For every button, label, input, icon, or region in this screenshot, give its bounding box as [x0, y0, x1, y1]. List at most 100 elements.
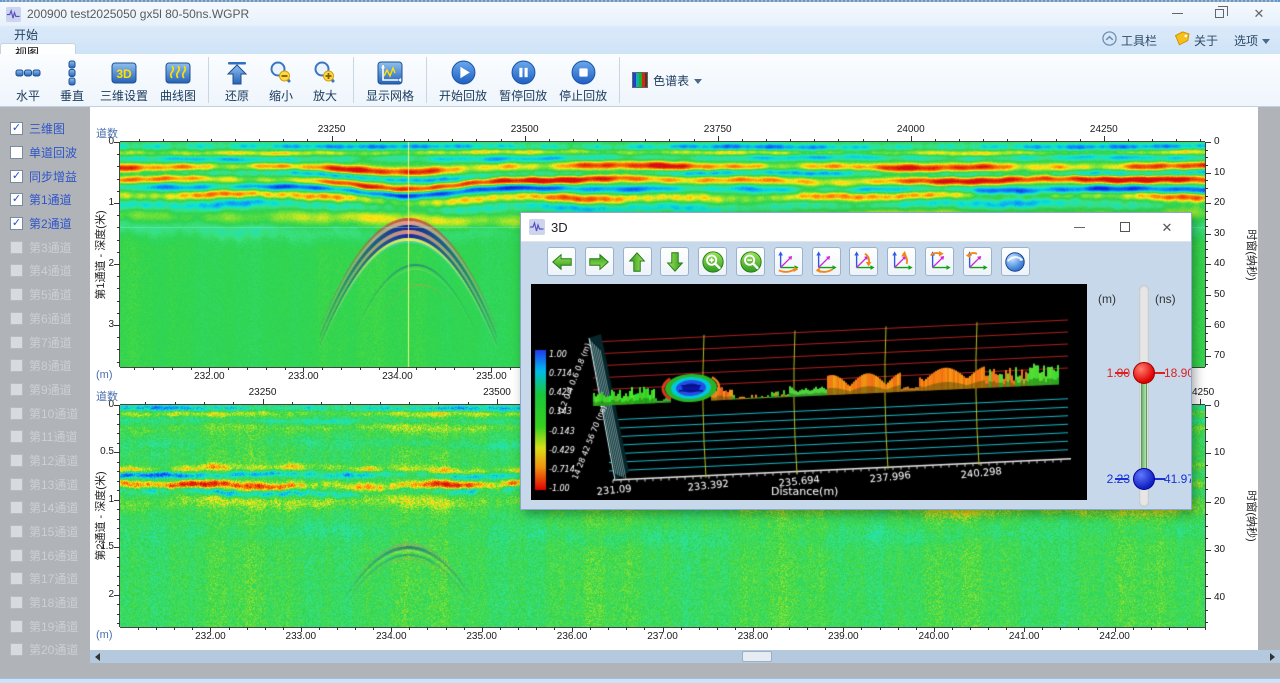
dialog3d-button-rotate-x-ccw[interactable] — [812, 247, 841, 276]
sidebar-item[interactable]: 第11通道 — [0, 425, 90, 449]
axis-tick — [1205, 241, 1208, 242]
slider-ns-header: (ns) — [1155, 292, 1176, 306]
sidebar-item[interactable]: 第12通道 — [0, 449, 90, 473]
sidebar-item[interactable]: 第18通道 — [0, 591, 90, 615]
sidebar-item[interactable]: 第13通道 — [0, 472, 90, 496]
checkbox-unchecked-icon[interactable] — [10, 596, 23, 609]
toolbar-button-pause[interactable]: 暂停回放 — [493, 56, 553, 104]
sidebar-item[interactable]: 第14通道 — [0, 496, 90, 520]
color-spectrum-button[interactable]: 色谱表 — [626, 56, 708, 104]
slider-bottom-handle[interactable] — [1133, 468, 1155, 490]
checkbox-unchecked-icon[interactable] — [10, 359, 23, 372]
checkbox-unchecked-icon[interactable] — [10, 525, 23, 538]
checkbox-unchecked-icon[interactable] — [10, 501, 23, 514]
axis-tick — [117, 215, 120, 216]
sidebar-item[interactable]: 第10通道 — [0, 401, 90, 425]
toolbar-button-play[interactable]: 开始回放 — [433, 56, 493, 104]
axis-tick — [843, 627, 844, 630]
checkbox-unchecked-icon[interactable] — [10, 146, 23, 159]
axis-tick — [1078, 627, 1079, 630]
dialog3d-button-pan-left[interactable] — [547, 247, 576, 276]
dialog3d-button-rotate-y-cw[interactable] — [849, 247, 878, 276]
toolbar-button-cube-3d[interactable]: 3D三维设置 — [94, 56, 154, 104]
sidebar-item[interactable]: 第3通道 — [0, 235, 90, 259]
checkbox-unchecked-icon[interactable] — [10, 620, 23, 633]
dialog3d-button-rotate-z-cw[interactable] — [925, 247, 954, 276]
sidebar-item[interactable]: 第20通道 — [0, 638, 90, 662]
sidebar-item-label: 第4通道 — [29, 262, 72, 279]
checkbox-unchecked-icon[interactable] — [10, 336, 23, 349]
dialog3d-button-zoom-out-green[interactable] — [736, 247, 765, 276]
dialog3d-button-rotate-x-cw[interactable] — [774, 247, 803, 276]
sidebar-item[interactable]: 第9通道 — [0, 378, 90, 402]
dialog3d-button-reset-view[interactable] — [1001, 247, 1030, 276]
sidebar-item[interactable]: 第17通道 — [0, 567, 90, 591]
dialog3d-button-pan-down[interactable] — [660, 247, 689, 276]
sidebar-item[interactable]: 第19通道 — [0, 614, 90, 638]
scroll-left-arrow-icon[interactable] — [95, 653, 100, 661]
sidebar-item[interactable]: 第16通道 — [0, 543, 90, 567]
checkbox-unchecked-icon[interactable] — [10, 643, 23, 656]
sidebar-item[interactable]: ✓第1通道 — [0, 188, 90, 212]
checkbox-unchecked-icon[interactable] — [10, 264, 23, 277]
dialog3d-button-pan-up[interactable] — [623, 247, 652, 276]
checkbox-unchecked-icon[interactable] — [10, 241, 23, 254]
checkbox-unchecked-icon[interactable] — [10, 312, 23, 325]
minimize-button[interactable] — [1158, 2, 1196, 24]
checkbox-unchecked-icon[interactable] — [10, 383, 23, 396]
checkbox-unchecked-icon[interactable] — [10, 549, 23, 562]
sidebar-item[interactable]: ✓第2通道 — [0, 212, 90, 236]
axis-tick — [1152, 139, 1153, 142]
checkbox-unchecked-icon[interactable] — [10, 288, 23, 301]
dialog3d-button-rotate-z-ccw[interactable] — [963, 247, 992, 276]
horizontal-bars-icon — [15, 59, 42, 86]
checkbox-unchecked-icon[interactable] — [10, 572, 23, 585]
toolbar-button-zoom-in[interactable]: 放大 — [303, 56, 347, 104]
toolbar-button-vertical-bars[interactable]: 垂直 — [50, 56, 94, 104]
axis-tick — [952, 627, 953, 630]
toolbar-button-grid-display[interactable]: 显示网格 — [360, 56, 420, 104]
surface-3d-canvas[interactable] — [531, 284, 1087, 500]
checkbox-unchecked-icon[interactable] — [10, 454, 23, 467]
checkbox-checked-icon[interactable]: ✓ — [10, 122, 23, 135]
checkbox-checked-icon[interactable]: ✓ — [10, 193, 23, 206]
scroll-right-arrow-icon[interactable] — [1270, 653, 1275, 661]
dialog3d-button-pan-right[interactable] — [585, 247, 614, 276]
dialog3d-button-rotate-y-ccw[interactable] — [887, 247, 916, 276]
ribbon-right-item[interactable]: 工具栏 — [1102, 31, 1157, 49]
close-button[interactable]: ✕ — [1240, 2, 1278, 24]
ribbon-right-item[interactable]: 选项 — [1234, 32, 1270, 49]
ribbon-tab[interactable]: 开始 — [0, 26, 76, 43]
sidebar-item[interactable]: ✓三维图 — [0, 117, 90, 141]
maximize-button[interactable] — [1200, 2, 1238, 24]
axis-tick — [681, 627, 682, 630]
horizontal-scrollbar[interactable] — [90, 650, 1280, 663]
sidebar-item[interactable]: 第8通道 — [0, 354, 90, 378]
checkbox-checked-icon[interactable]: ✓ — [10, 170, 23, 183]
checkbox-checked-icon[interactable]: ✓ — [10, 217, 23, 230]
axis-tick — [468, 402, 469, 405]
sidebar-item[interactable]: ✓同步增益 — [0, 164, 90, 188]
axis-tick — [446, 627, 447, 630]
sidebar-item[interactable]: 第7通道 — [0, 330, 90, 354]
toolbar-button-stop[interactable]: 停止回放 — [553, 56, 613, 104]
toolbar-button-horizontal-bars[interactable]: 水平 — [6, 56, 50, 104]
checkbox-unchecked-icon[interactable] — [10, 430, 23, 443]
sidebar-item[interactable]: 第4通道 — [0, 259, 90, 283]
sidebar-item-label: 第15通道 — [29, 523, 78, 540]
checkbox-unchecked-icon[interactable] — [10, 478, 23, 491]
toolbar-button-curves[interactable]: 曲线图 — [154, 56, 202, 104]
sidebar-item[interactable]: 单道回波 — [0, 141, 90, 165]
toolbar-button-zoom-out[interactable]: 缩小 — [259, 56, 303, 104]
sidebar-item[interactable]: 第6通道 — [0, 307, 90, 331]
slider-top-handle[interactable] — [1133, 362, 1155, 384]
dialog3d-button-zoom-in-green[interactable] — [698, 247, 727, 276]
minimize-icon — [1074, 227, 1085, 228]
zoom-out-icon — [268, 59, 295, 86]
toolbar-button-restore-arrow[interactable]: 还原 — [215, 56, 259, 104]
sidebar-item[interactable]: 第5通道 — [0, 283, 90, 307]
scrollbar-thumb[interactable] — [742, 651, 772, 662]
checkbox-unchecked-icon[interactable] — [10, 407, 23, 420]
sidebar-item[interactable]: 第15通道 — [0, 520, 90, 544]
ribbon-right-item[interactable]: 关于 — [1173, 30, 1218, 50]
